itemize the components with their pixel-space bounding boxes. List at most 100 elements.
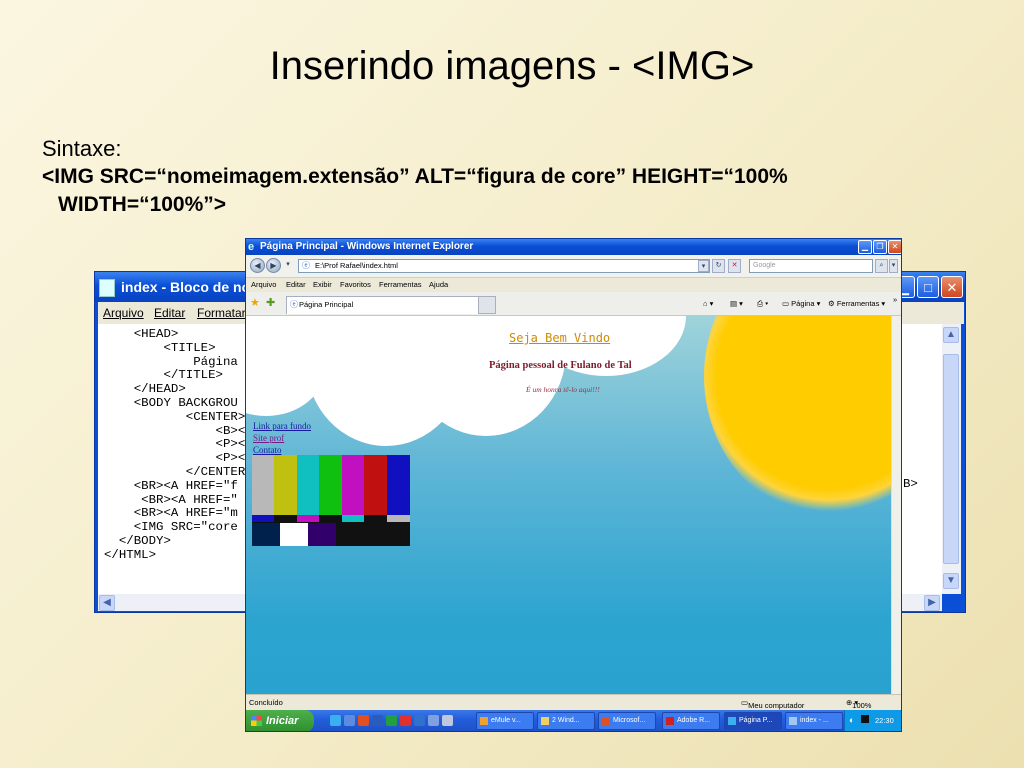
ie-menu-ferramentas[interactable]: Ferramentas bbox=[379, 280, 422, 289]
tray-icon[interactable] bbox=[861, 715, 869, 723]
color-bar bbox=[364, 455, 387, 515]
system-tray: ◐ 22:30 bbox=[844, 710, 901, 731]
zone-label: Meu computador bbox=[748, 701, 805, 710]
address-dropdown-icon[interactable]: ▾ bbox=[698, 260, 709, 272]
task-label: Adobe R... bbox=[677, 717, 711, 724]
slide-title: Inserindo imagens - <IMG> bbox=[269, 44, 755, 88]
ie-minimize-button[interactable]: ▁ bbox=[858, 240, 872, 254]
ie-close-button[interactable]: ✕ bbox=[888, 240, 901, 254]
scroll-right-icon[interactable]: ▶ bbox=[924, 595, 940, 611]
page-italic-text: É um honra tê-lo aqui!!! bbox=[526, 385, 600, 394]
ie-menubar: Arquivo Editar Exibir Favoritos Ferramen… bbox=[246, 278, 901, 292]
color-bar bbox=[308, 523, 336, 546]
clock: 22:30 bbox=[875, 716, 894, 725]
task-index[interactable]: index - ... bbox=[785, 712, 843, 730]
back-icon[interactable]: ◀ bbox=[250, 258, 265, 273]
color-bar bbox=[387, 455, 410, 515]
color-bar bbox=[342, 515, 364, 522]
tab-pagina-principal[interactable]: ⓔ Página Principal bbox=[286, 296, 494, 314]
task-windows[interactable]: 2 Wind... bbox=[537, 712, 595, 730]
task-icon bbox=[789, 717, 797, 725]
close-button[interactable]: ✕ bbox=[941, 276, 963, 298]
menu-arquivo[interactable]: Arquivo bbox=[103, 306, 144, 320]
search-options-icon[interactable]: ▾ bbox=[889, 259, 898, 273]
ie-menu-favoritos[interactable]: Favoritos bbox=[340, 280, 371, 289]
quicklaunch-icon[interactable] bbox=[344, 715, 355, 726]
quicklaunch-icon[interactable] bbox=[428, 715, 439, 726]
scroll-up-icon[interactable]: ▲ bbox=[943, 327, 959, 343]
color-bar bbox=[387, 515, 410, 522]
zoom-control[interactable]: ⊕ 100% ▾ bbox=[846, 698, 871, 710]
new-tab-button[interactable] bbox=[478, 296, 496, 314]
notepad-vertical-scrollbar[interactable]: ▲ ▼ bbox=[942, 324, 961, 594]
scroll-down-icon[interactable]: ▼ bbox=[943, 573, 959, 589]
status-text: Concluído bbox=[249, 698, 283, 707]
forward-icon[interactable]: ▶ bbox=[266, 258, 281, 273]
ie-menu-ajuda[interactable]: Ajuda bbox=[429, 280, 448, 289]
maximize-button[interactable]: □ bbox=[917, 276, 939, 298]
print-icon[interactable]: ⎙ ▾ bbox=[757, 299, 768, 309]
color-bar bbox=[342, 455, 364, 515]
toolbar-overflow-icon[interactable]: » bbox=[893, 295, 897, 304]
tools-menu[interactable]: ⚙ Ferramentas ▾ bbox=[828, 299, 885, 308]
syntax-line-1: <IMG SRC=“nomeimagem.extensão” ALT=“figu… bbox=[42, 165, 788, 188]
page-content: Seja Bem Vindo Página pessoal de Fulano … bbox=[246, 316, 891, 694]
ie-menu-arquivo[interactable]: Arquivo bbox=[251, 280, 276, 289]
notepad-code-fragment: B> bbox=[903, 477, 918, 491]
ie-maximize-button[interactable]: ❐ bbox=[873, 240, 887, 254]
task-adobe[interactable]: Adobe R... bbox=[662, 712, 720, 730]
task-microsoft[interactable]: Microsof... bbox=[598, 712, 656, 730]
quicklaunch-icon[interactable] bbox=[414, 715, 425, 726]
ie-vertical-scrollbar[interactable] bbox=[891, 316, 901, 694]
start-label: Iniciar bbox=[266, 715, 299, 727]
quicklaunch-ie-icon[interactable] bbox=[330, 715, 341, 726]
page-subheading: Página pessoal de Fulano de Tal bbox=[489, 360, 632, 371]
home-icon[interactable]: ⌂ ▾ bbox=[703, 299, 713, 308]
stop-icon[interactable]: ✕ bbox=[728, 259, 741, 273]
task-label: index - ... bbox=[800, 717, 829, 724]
quicklaunch-icon[interactable] bbox=[386, 715, 397, 726]
ie-statusbar: Concluído ▭ Meu computador ⊕ 100% ▾ bbox=[246, 694, 901, 710]
task-label: eMule v... bbox=[491, 717, 521, 724]
tab-page-icon: ⓔ bbox=[290, 300, 298, 309]
scroll-thumb[interactable] bbox=[943, 354, 959, 564]
quicklaunch-icon[interactable] bbox=[358, 715, 369, 726]
search-input[interactable]: Google bbox=[749, 259, 873, 273]
color-bar bbox=[297, 515, 319, 522]
link-site-prof[interactable]: Site prof bbox=[253, 433, 284, 443]
menu-editar[interactable]: Editar bbox=[154, 306, 185, 320]
scroll-left-icon[interactable]: ◀ bbox=[99, 595, 115, 611]
color-bar bbox=[252, 523, 280, 546]
color-bar bbox=[280, 523, 308, 546]
ie-menu-exibir[interactable]: Exibir bbox=[313, 280, 332, 289]
tab-label: Página Principal bbox=[299, 300, 354, 309]
search-icon[interactable]: ⌕ bbox=[875, 259, 888, 273]
task-label: 2 Wind... bbox=[552, 717, 580, 724]
task-pagina[interactable]: Página P... bbox=[724, 712, 782, 730]
start-button[interactable]: Iniciar bbox=[246, 710, 314, 731]
task-label: Microsof... bbox=[613, 717, 646, 724]
ie-menu-editar[interactable]: Editar bbox=[286, 280, 306, 289]
quicklaunch-icon[interactable] bbox=[442, 715, 453, 726]
menu-formatar[interactable]: Formatar bbox=[197, 306, 246, 320]
task-icon bbox=[666, 717, 674, 725]
quicklaunch-icon[interactable] bbox=[400, 715, 411, 726]
ie-window[interactable]: e Página Principal - Windows Internet Ex… bbox=[245, 238, 902, 732]
task-emule[interactable]: eMule v... bbox=[476, 712, 534, 730]
ie-address-bar: ◀ ▶ ▾ ⓔ E:\Prof Rafael\index.html ▾ ↻ ✕ … bbox=[246, 255, 901, 278]
ie-titlebar[interactable]: e Página Principal - Windows Internet Ex… bbox=[246, 239, 901, 255]
quicklaunch-icon[interactable] bbox=[372, 715, 383, 726]
page-menu[interactable]: ▭ Página ▾ bbox=[782, 299, 820, 308]
tray-icon[interactable]: ◐ bbox=[849, 715, 854, 725]
history-dropdown-icon[interactable]: ▾ bbox=[283, 259, 293, 273]
link-fundo[interactable]: Link para fundo bbox=[253, 421, 311, 431]
color-bar bbox=[319, 455, 342, 515]
windows-taskbar: Iniciar eMule v... 2 Wind... Microsof...… bbox=[246, 710, 901, 731]
syntax-line-2: WIDTH=“100%”> bbox=[58, 193, 227, 216]
add-favorites-icon[interactable]: ✚ bbox=[266, 296, 275, 309]
refresh-icon[interactable]: ↻ bbox=[712, 259, 725, 273]
link-contato[interactable]: Contato bbox=[253, 445, 282, 455]
feeds-icon[interactable]: ▤ ▾ bbox=[730, 299, 743, 308]
favorites-star-icon[interactable]: ★ bbox=[250, 296, 260, 309]
address-input[interactable]: ⓔ E:\Prof Rafael\index.html bbox=[298, 259, 710, 273]
